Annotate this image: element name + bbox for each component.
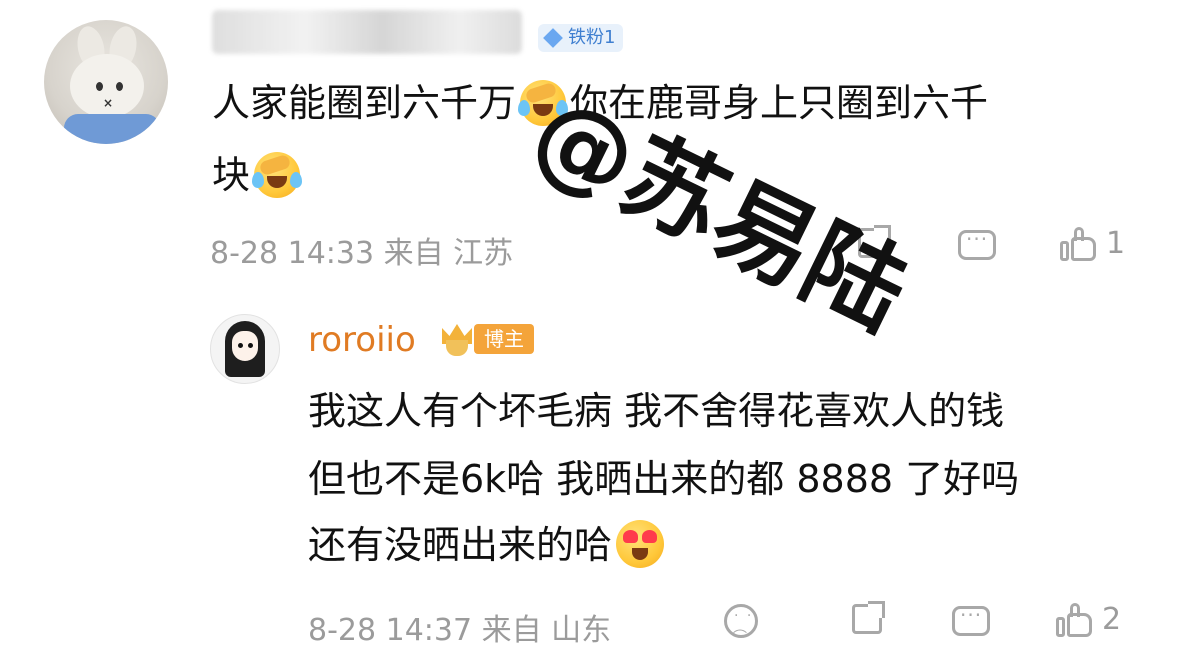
share-icon bbox=[852, 601, 885, 634]
reply-dislike-button[interactable] bbox=[724, 604, 758, 638]
comment-text-line1: 人家能圈到六千万 你在鹿哥身上只圈到六千 bbox=[212, 79, 989, 126]
reply-comment-button[interactable] bbox=[952, 603, 990, 636]
comment-like-button[interactable]: 1 bbox=[1060, 226, 1125, 261]
reply-text-line1: 我这人有个坏毛病 我不舍得花喜欢人的钱 bbox=[308, 389, 1005, 433]
reply-text-line3: 还有没晒出来的哈 bbox=[308, 519, 665, 572]
share-icon bbox=[858, 225, 891, 258]
reply-share-button[interactable] bbox=[852, 601, 885, 634]
reply-timestamp: 8-28 14:37 bbox=[308, 613, 473, 648]
comment-timestamp: 8-28 14:33 bbox=[210, 236, 375, 271]
comment-location: 来自 江苏 bbox=[383, 236, 514, 271]
comment-reply-button[interactable] bbox=[958, 227, 996, 260]
comment-text-line2: 块 bbox=[212, 150, 304, 201]
reply-text-line2: 但也不是6k哈 我晒出来的都 8888 了好吗 bbox=[308, 457, 1020, 501]
fan-badge-label: 铁粉1 bbox=[568, 27, 616, 48]
sad-face-icon bbox=[724, 604, 758, 638]
diamond-icon bbox=[543, 28, 563, 48]
comment-icon bbox=[958, 227, 996, 260]
comment-icon bbox=[952, 603, 990, 636]
fan-level-badge[interactable]: 铁粉1 bbox=[538, 24, 624, 52]
reply-author-avatar[interactable] bbox=[210, 314, 280, 384]
like-icon bbox=[1060, 226, 1096, 261]
comment-share-button[interactable] bbox=[858, 225, 891, 258]
commenter-name-blurred[interactable] bbox=[212, 10, 522, 54]
reply-author-name[interactable]: roroiio bbox=[308, 320, 416, 360]
blogger-badge: 博主 bbox=[474, 324, 534, 354]
comment-meta: 8-28 14:33 来自 江苏 bbox=[210, 228, 513, 272]
reply-location: 来自 山东 bbox=[481, 613, 612, 648]
commenter-avatar[interactable]: × bbox=[44, 20, 168, 144]
comment-like-count: 1 bbox=[1106, 226, 1126, 261]
reply-like-button[interactable]: 2 bbox=[1056, 602, 1121, 637]
laugh-cry-emoji bbox=[518, 79, 569, 126]
reply-meta: 8-28 14:37 来自 山东 bbox=[308, 605, 611, 649]
like-icon bbox=[1056, 602, 1092, 637]
crown-icon bbox=[440, 318, 476, 358]
reply-like-count: 2 bbox=[1102, 602, 1122, 637]
heart-eyes-emoji bbox=[616, 519, 665, 568]
laugh-cry-emoji bbox=[252, 151, 303, 198]
